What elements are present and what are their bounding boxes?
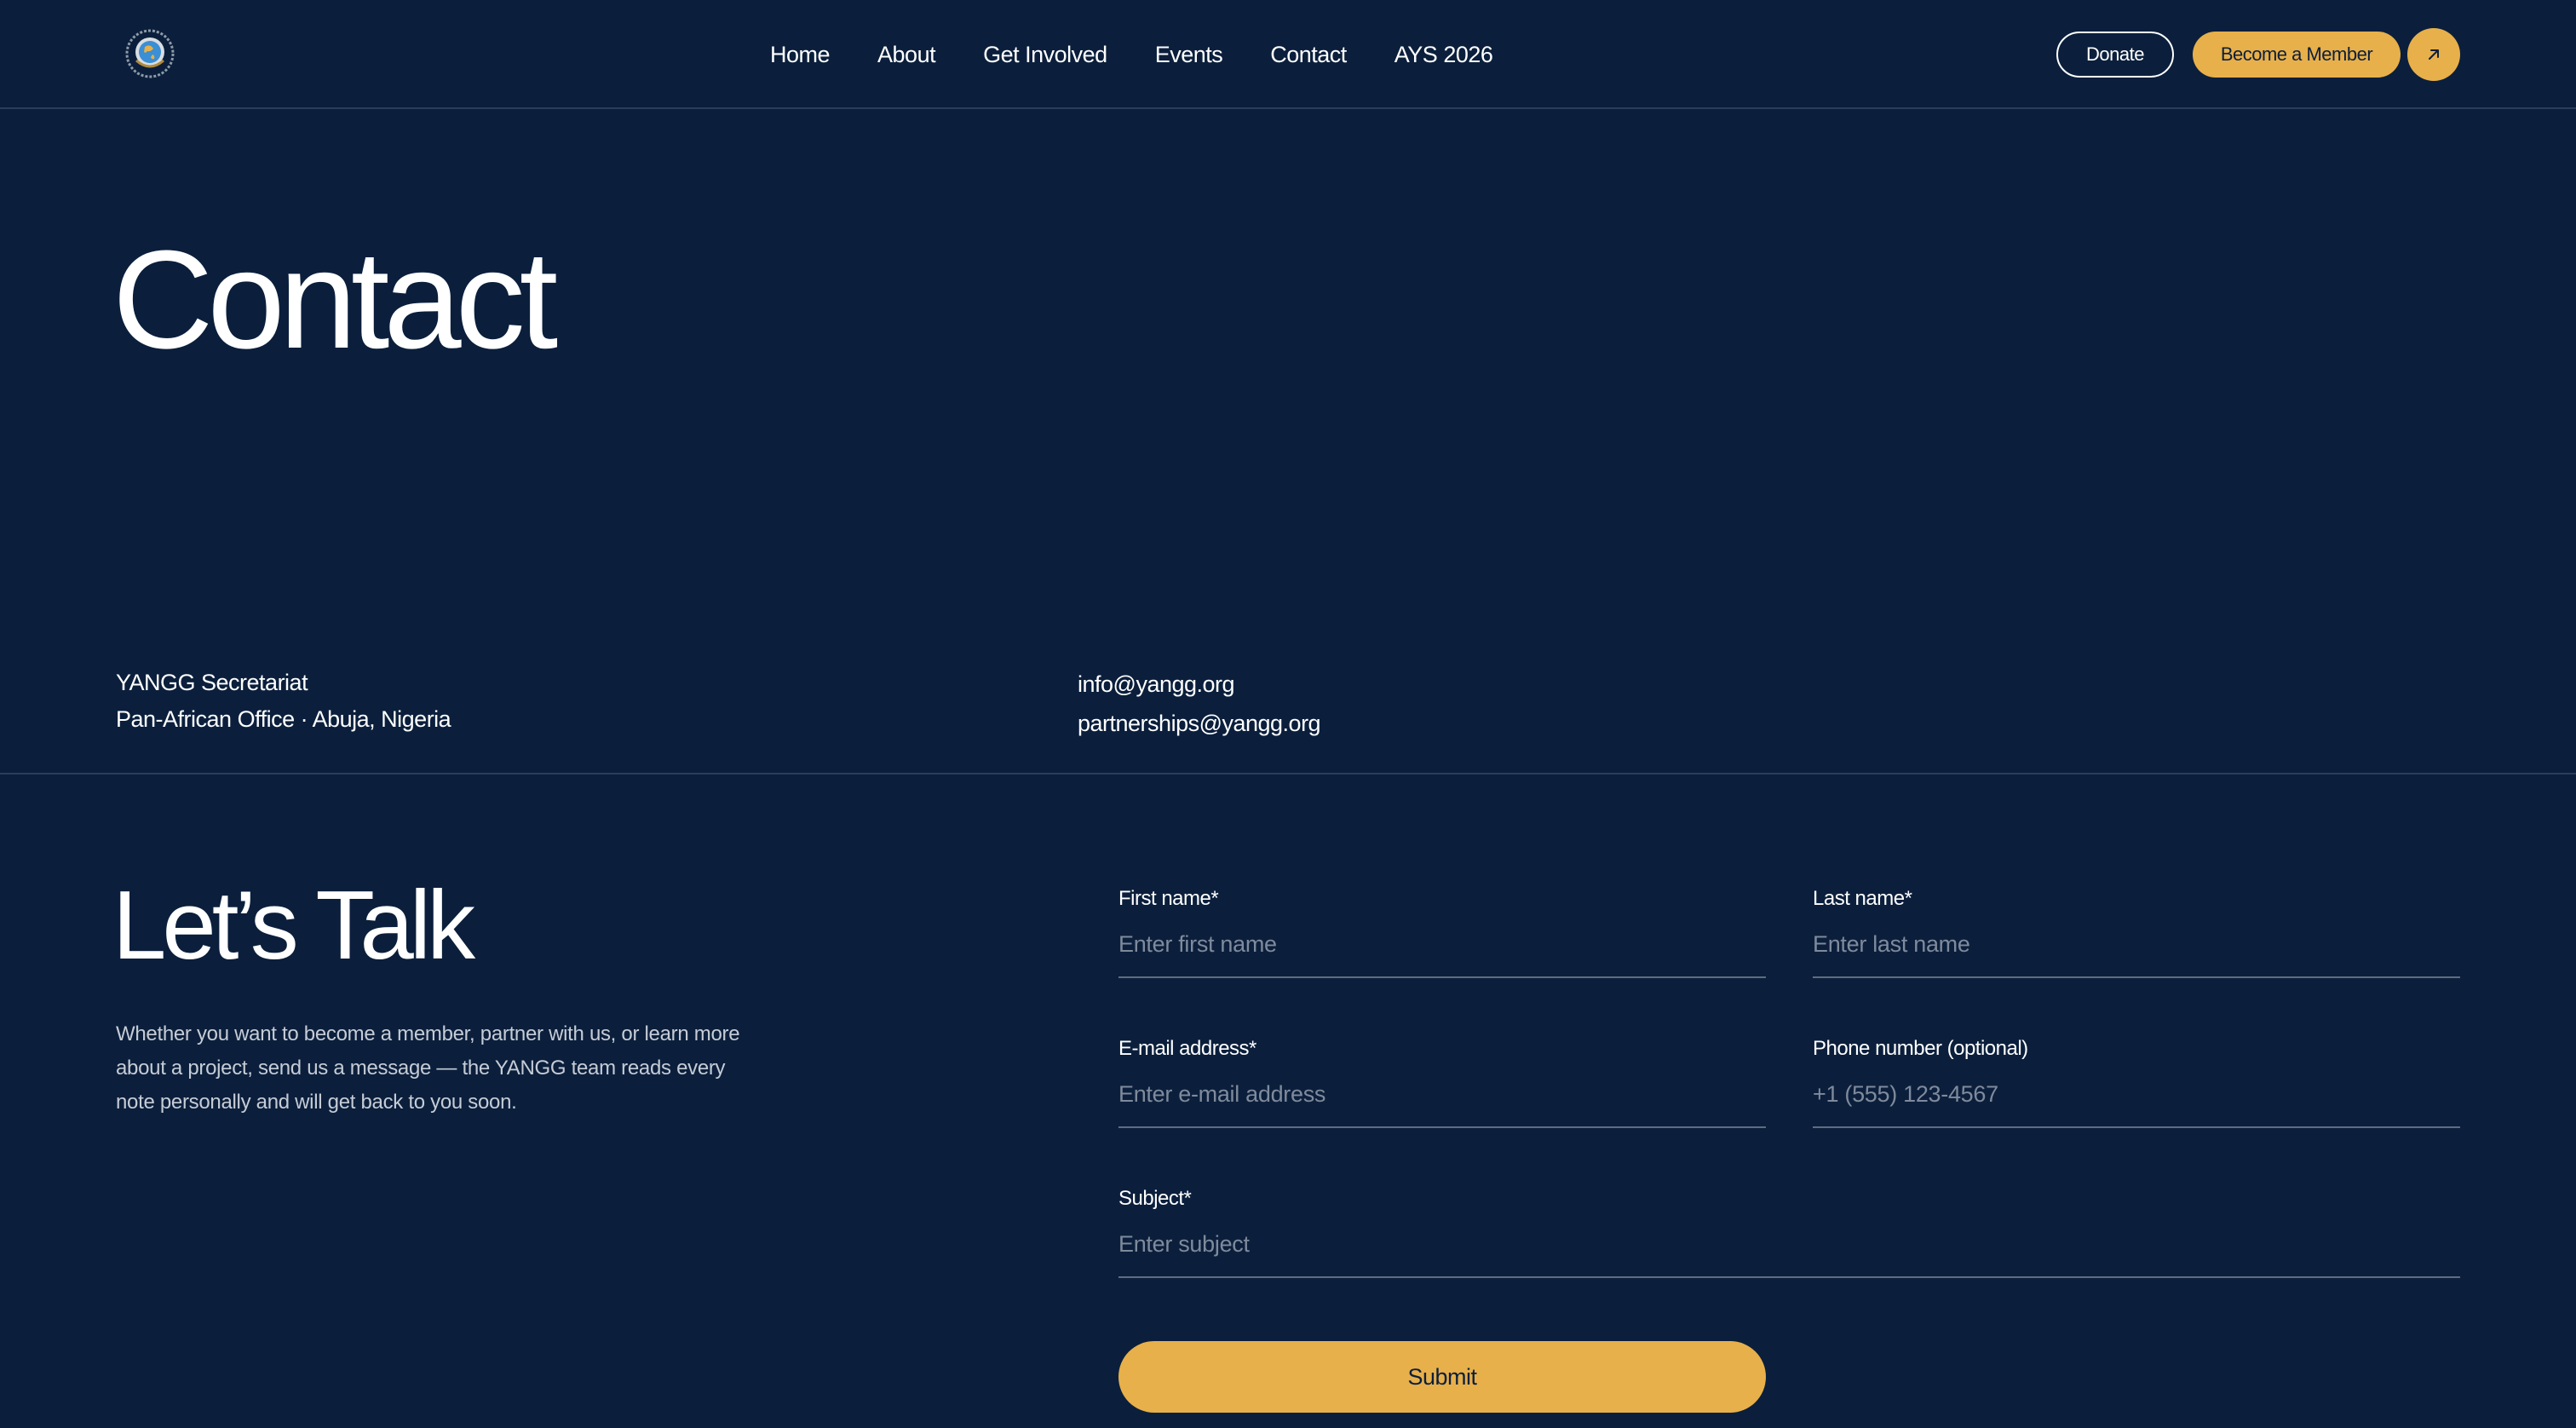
site-header: Home About Get Involved Events Contact A… <box>0 0 2576 109</box>
nav-events[interactable]: Events <box>1155 42 1223 68</box>
email-label: E-mail address* <box>1118 1037 1256 1060</box>
address-line-2: Pan-African Office · Abuja, Nigeria <box>116 706 451 732</box>
email-general-link[interactable]: info@yangg.org <box>1078 665 1320 704</box>
address-line-1: YANGG Secretariat <box>116 670 308 695</box>
last-name-label: Last name* <box>1813 887 1912 910</box>
nav-get-involved[interactable]: Get Involved <box>983 42 1107 68</box>
arrow-up-right-icon <box>2429 49 2439 60</box>
subject-label: Subject* <box>1118 1187 1192 1210</box>
nav-home[interactable]: Home <box>770 42 831 68</box>
phone-label: Phone number (optional) <box>1813 1037 2028 1060</box>
contact-emails: info@yangg.org partnerships@yangg.org <box>1078 665 1321 743</box>
member-arrow-button[interactable] <box>2407 28 2460 81</box>
lets-talk-heading: Let’s Talk <box>112 872 475 980</box>
email-field: E-mail address* <box>1118 1037 1766 1128</box>
last-name-field: Last name* <box>1813 887 2460 978</box>
first-name-input[interactable] <box>1118 931 1766 978</box>
globe-laurel-logo-icon[interactable] <box>124 28 175 79</box>
phone-field: Phone number (optional) <box>1813 1037 2460 1128</box>
email-input[interactable] <box>1118 1081 1766 1128</box>
nav-ays-2026[interactable]: AYS 2026 <box>1394 42 1493 68</box>
donate-button[interactable]: Donate <box>2056 32 2174 78</box>
office-address: YANGG Secretariat Pan-African Office · A… <box>116 665 451 738</box>
first-name-label: First name* <box>1118 887 1219 910</box>
submit-button[interactable]: Submit <box>1118 1341 1766 1413</box>
subject-input[interactable] <box>1118 1231 2460 1278</box>
nav-contact[interactable]: Contact <box>1270 42 1347 68</box>
nav-about[interactable]: About <box>877 42 936 68</box>
section-divider <box>0 773 2576 774</box>
lets-talk-description: Whether you want to become a member, par… <box>116 1022 740 1114</box>
last-name-input[interactable] <box>1813 931 2460 978</box>
page-title: Contact <box>112 222 558 377</box>
become-member-button[interactable]: Become a Member <box>2193 32 2401 78</box>
subject-field: Subject* <box>1118 1187 2460 1278</box>
first-name-field: First name* <box>1118 887 1766 978</box>
main-nav: Home About Get Involved Events Contact A… <box>770 0 1493 109</box>
email-partnerships-link[interactable]: partnerships@yangg.org <box>1078 704 1321 743</box>
phone-input[interactable] <box>1813 1081 2460 1128</box>
